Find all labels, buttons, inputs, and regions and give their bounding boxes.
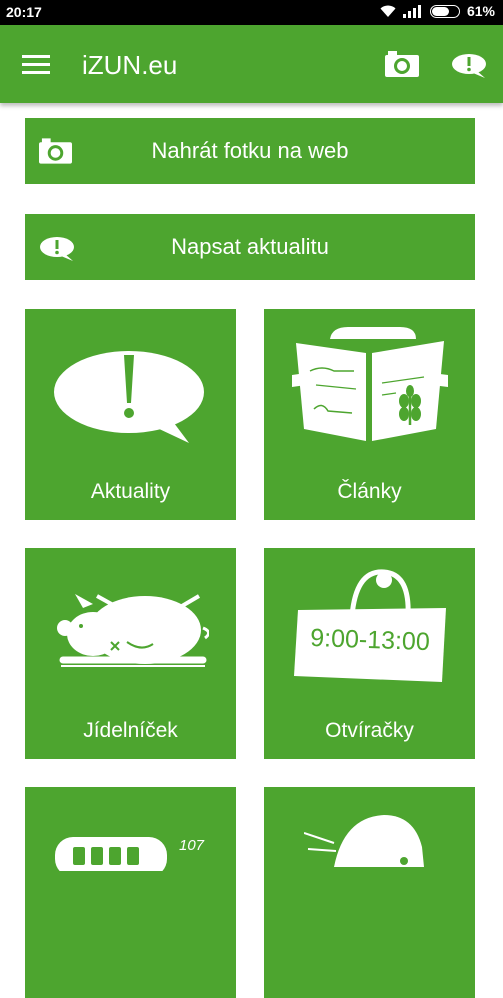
- newspaper-icon: [292, 327, 448, 441]
- camera-icon: [39, 138, 72, 164]
- animal-icon: [304, 815, 424, 867]
- signal-icon: [402, 4, 421, 18]
- tile-label: Články: [337, 480, 402, 503]
- tile-clanky[interactable]: Články: [264, 309, 475, 520]
- write-news-button[interactable]: Napsat aktualitu: [25, 214, 475, 280]
- tile-bus[interactable]: 107: [25, 787, 236, 998]
- wifi-icon: [380, 5, 396, 17]
- tile-otviracky[interactable]: 9:00-13:00 Otvíračky: [264, 548, 475, 759]
- tile-label: Jídelníček: [83, 719, 178, 742]
- roast-pig-icon: [57, 594, 209, 667]
- app-bar: iZUN.eu: [0, 25, 503, 103]
- camera-icon[interactable]: [385, 51, 419, 77]
- write-news-label: Napsat aktualitu: [171, 234, 329, 259]
- speech-bubble-exclamation-icon: [54, 351, 204, 443]
- battery-percent: 61%: [466, 3, 495, 19]
- news-bubble-icon: [40, 237, 74, 261]
- tile-aktuality[interactable]: Aktuality: [25, 309, 236, 520]
- app-title: iZUN.eu: [82, 50, 178, 80]
- news-bubble-icon[interactable]: [451, 53, 487, 79]
- opening-hours-text: 9:00-13:00: [309, 623, 431, 657]
- bus-number: 107: [179, 837, 205, 854]
- menu-icon[interactable]: [22, 55, 50, 74]
- tile-jidelnicek[interactable]: Jídelníček: [25, 548, 236, 759]
- status-bar: 20:17 61%: [0, 0, 503, 25]
- upload-photo-label: Nahrát fotku na web: [151, 138, 349, 163]
- status-time: 20:17: [6, 4, 42, 20]
- upload-photo-button[interactable]: Nahrát fotku na web: [25, 118, 475, 184]
- tile-animal[interactable]: [264, 787, 475, 998]
- bus-icon: [55, 837, 167, 871]
- battery-icon: [429, 4, 460, 18]
- tile-label: Aktuality: [90, 480, 171, 503]
- tile-label: Otvíračky: [325, 719, 414, 742]
